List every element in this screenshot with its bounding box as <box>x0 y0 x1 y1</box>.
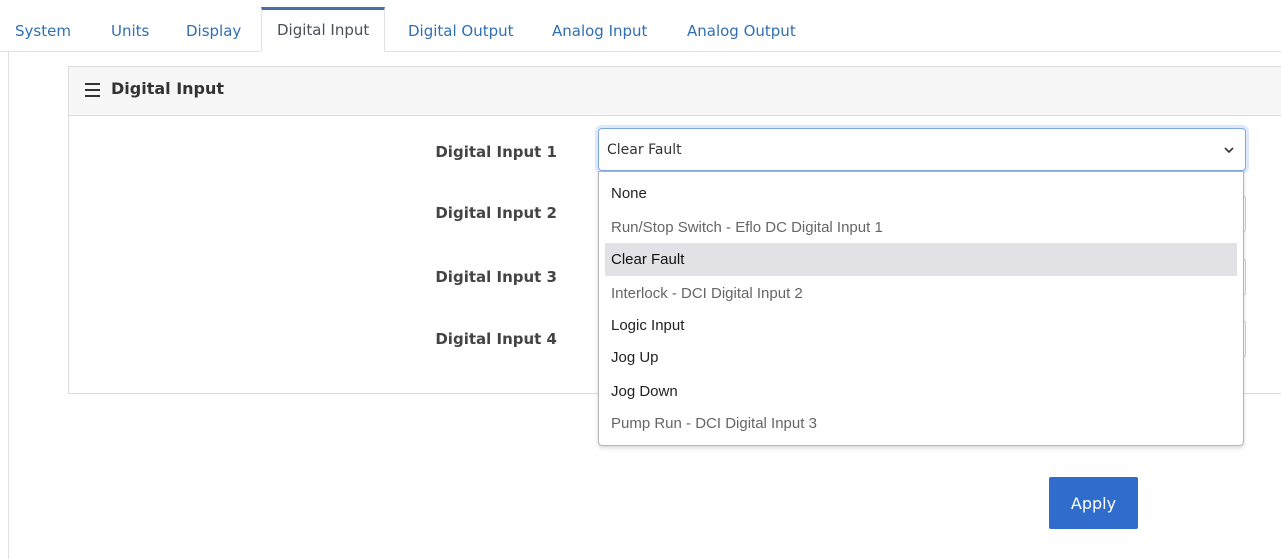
tab-digital-input[interactable]: Digital Input <box>261 7 386 52</box>
tab-analog-input[interactable]: Analog Input <box>537 8 662 52</box>
card-header: Digital Input <box>69 67 1281 116</box>
tab-display[interactable]: Display <box>171 8 256 52</box>
digital-input-2-label: Digital Input 2 <box>435 204 557 222</box>
card-title: Digital Input <box>111 79 225 98</box>
hamburger-menu-icon <box>85 83 100 97</box>
option-logic-input[interactable]: Logic Input <box>605 309 1237 342</box>
chevron-down-icon <box>1224 147 1234 154</box>
apply-button[interactable]: Apply <box>1049 477 1138 529</box>
digital-input-4-label: Digital Input 4 <box>435 330 557 348</box>
tab-analog-output[interactable]: Analog Output <box>672 8 811 52</box>
tab-units[interactable]: Units <box>96 8 164 52</box>
option-none[interactable]: None <box>605 177 1237 210</box>
digital-input-1-dropdown: None Run/Stop Switch - Eflo DC Digital I… <box>598 171 1244 446</box>
option-run-stop-switch[interactable]: Run/Stop Switch - Eflo DC Digital Input … <box>605 211 1237 244</box>
digital-input-1-label: Digital Input 1 <box>435 143 557 161</box>
tab-digital-output[interactable]: Digital Output <box>393 8 529 52</box>
option-jog-down[interactable]: Jog Down <box>605 375 1237 408</box>
option-jog-up[interactable]: Jog Up <box>605 341 1237 374</box>
digital-input-1-select[interactable]: Clear Fault <box>598 128 1246 171</box>
digital-input-1-value: Clear Fault <box>607 142 682 158</box>
option-clear-fault[interactable]: Clear Fault <box>605 243 1237 276</box>
option-pump-run[interactable]: Pump Run - DCI Digital Input 3 <box>605 407 1237 440</box>
tab-system[interactable]: System <box>0 8 86 52</box>
option-interlock[interactable]: Interlock - DCI Digital Input 2 <box>605 277 1237 310</box>
settings-tabs: System Units Display Digital Input Digit… <box>0 0 1281 52</box>
digital-input-3-label: Digital Input 3 <box>435 268 557 286</box>
